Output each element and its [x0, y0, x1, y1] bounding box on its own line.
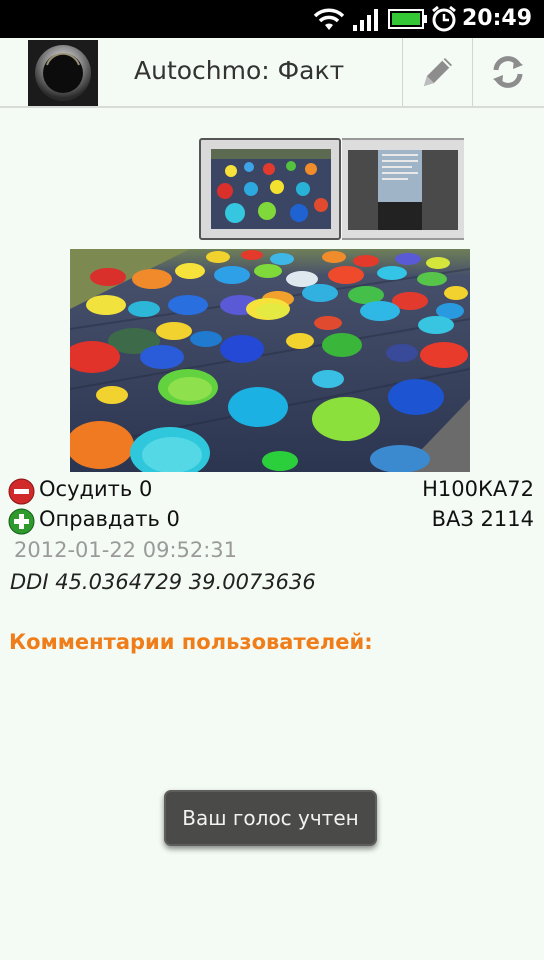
fact-photo[interactable]: [70, 249, 470, 472]
gallery-thumbnail[interactable]: [342, 138, 464, 240]
status-time: 20:49: [461, 6, 532, 31]
refresh-icon: [492, 56, 523, 88]
edit-icon: [423, 58, 452, 86]
license-plate: Н100КА72: [422, 477, 534, 501]
thumbnail-image: [211, 149, 331, 229]
toast-text: Ваш голос учтен: [182, 806, 359, 830]
refresh-button[interactable]: [472, 38, 542, 106]
comments-heading: Комментарии пользователей:: [9, 630, 373, 654]
fact-datetime: 2012-01-22 09:52:31: [14, 538, 238, 562]
status-bar: 20:49: [0, 0, 544, 38]
photo-gallery[interactable]: [192, 138, 464, 240]
car-model: ВАЗ 2114: [431, 507, 534, 531]
page-title: Autochmo: Факт: [134, 56, 345, 85]
acquit-label[interactable]: Оправдать 0: [39, 507, 180, 531]
edit-button[interactable]: [402, 38, 472, 106]
gallery-thumbnail-selected[interactable]: [199, 138, 341, 240]
acquit-row: Оправдать 0 ВАЗ 2114: [8, 506, 534, 536]
plus-circle-icon: [8, 508, 35, 535]
condemn-row: Осудить 0 Н100КА72: [8, 476, 534, 506]
condemn-button[interactable]: [8, 478, 35, 509]
wifi-icon: [313, 8, 345, 30]
minus-circle-icon: [8, 478, 35, 505]
action-bar: Autochmo: Факт: [0, 38, 544, 108]
acquit-button[interactable]: [8, 508, 35, 539]
thumbnail-image: [348, 150, 458, 230]
toast-message: Ваш голос учтен: [164, 790, 377, 846]
fact-coordinates: DDI 45.0364729 39.0073636: [10, 570, 316, 594]
signal-icon: [353, 9, 378, 31]
battery-icon: [388, 9, 427, 29]
condemn-label[interactable]: Осудить 0: [39, 477, 152, 501]
bowls-photo-image: [70, 249, 470, 472]
app-logo-icon[interactable]: [28, 40, 98, 106]
alarm-icon: [432, 5, 456, 32]
